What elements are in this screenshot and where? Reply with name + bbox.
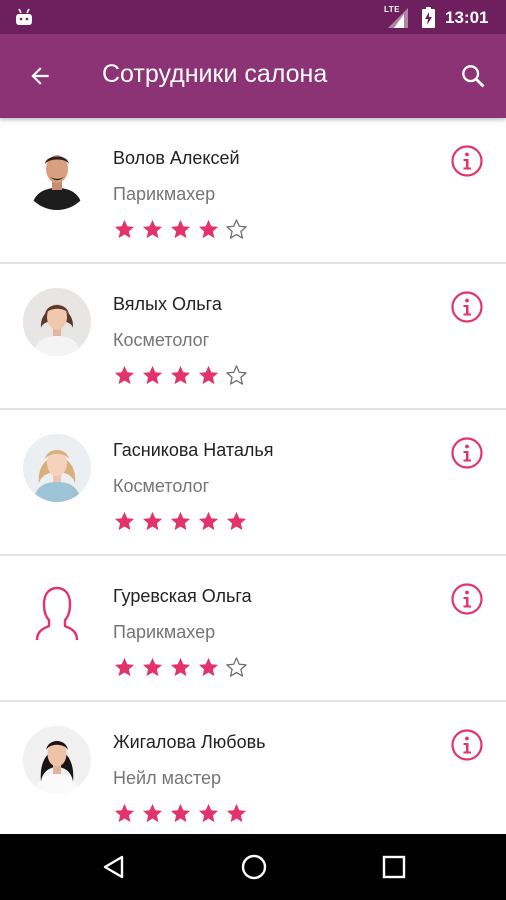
employee-row[interactable]: Вялых Ольга Косметолог — [0, 264, 506, 410]
app-bar: Сотрудники салона — [0, 34, 506, 118]
star-filled-icon — [170, 511, 191, 531]
star-filled-icon — [142, 803, 163, 823]
employee-row[interactable]: Гасникова Наталья Косметолог — [0, 410, 506, 556]
square-recents-icon — [382, 855, 406, 879]
star-filled-icon — [170, 365, 191, 385]
employee-role: Парикмахер — [113, 184, 216, 204]
info-icon[interactable] — [450, 728, 484, 762]
back-button[interactable] — [16, 54, 64, 98]
employee-role: Косметолог — [113, 476, 210, 496]
employee-name: Волов Алексей — [113, 148, 240, 168]
employee-avatar-photo — [23, 142, 91, 210]
employee-avatar-photo — [23, 288, 91, 356]
android-icon — [16, 8, 32, 25]
employee-row[interactable]: Волов Алексей Парикмахер — [0, 118, 506, 264]
employee-row[interactable]: Гуревская Ольга Парикмахер — [0, 556, 506, 702]
nav-back-button[interactable] — [97, 850, 131, 884]
star-outline-icon — [226, 657, 247, 677]
search-button[interactable] — [450, 54, 496, 98]
person-outline-icon — [23, 580, 91, 648]
star-outline-icon — [226, 365, 247, 385]
star-filled-icon — [198, 803, 219, 823]
employee-name: Вялых Ольга — [113, 294, 222, 314]
employee-role: Парикмахер — [113, 622, 216, 642]
status-bar: LTE 13:01 — [0, 0, 506, 34]
star-filled-icon — [142, 511, 163, 531]
rating-stars — [113, 364, 248, 386]
rating-stars — [113, 218, 248, 240]
employee-role: Нейл мастер — [113, 768, 222, 788]
star-filled-icon — [198, 657, 219, 677]
star-filled-icon — [170, 803, 191, 823]
employee-name: Жигалова Любовь — [113, 732, 266, 752]
system-navigation-bar — [0, 834, 506, 900]
nav-home-button[interactable] — [237, 850, 271, 884]
star-filled-icon — [170, 657, 191, 677]
star-filled-icon — [198, 365, 219, 385]
employee-avatar-photo — [23, 726, 91, 794]
rating-stars — [113, 656, 248, 678]
search-icon — [462, 65, 485, 88]
employee-name: Гасникова Наталья — [113, 440, 274, 460]
info-icon[interactable] — [450, 436, 484, 470]
star-filled-icon — [198, 219, 219, 239]
star-filled-icon — [142, 365, 163, 385]
arrow-back-icon — [31, 67, 49, 85]
employee-row[interactable]: Жигалова Любовь Нейл мастер — [0, 702, 506, 834]
star-filled-icon — [226, 511, 247, 531]
star-filled-icon — [142, 657, 163, 677]
star-filled-icon — [114, 365, 135, 385]
rating-stars — [113, 510, 248, 532]
info-icon[interactable] — [450, 290, 484, 324]
battery-icon — [422, 7, 435, 28]
employee-list: Волов Алексей Парикмахер Вялых Ольга Кос… — [0, 118, 506, 834]
star-filled-icon — [142, 219, 163, 239]
star-filled-icon — [114, 657, 135, 677]
star-outline-icon — [226, 219, 247, 239]
signal-icon — [388, 8, 408, 28]
star-filled-icon — [226, 803, 247, 823]
rating-stars — [113, 802, 248, 824]
info-icon[interactable] — [450, 582, 484, 616]
nav-recents-button[interactable] — [377, 850, 411, 884]
star-filled-icon — [114, 219, 135, 239]
star-filled-icon — [114, 803, 135, 823]
employee-name: Гуревская Ольга — [113, 586, 252, 606]
clock: 13:01 — [445, 8, 489, 27]
employee-role: Косметолог — [113, 330, 210, 350]
star-filled-icon — [170, 219, 191, 239]
employee-avatar-photo — [23, 434, 91, 502]
triangle-back-icon — [103, 855, 124, 879]
star-filled-icon — [114, 511, 135, 531]
star-filled-icon — [198, 511, 219, 531]
circle-home-icon — [241, 854, 267, 880]
page-title: Сотрудники салона — [102, 60, 328, 88]
info-icon[interactable] — [450, 144, 484, 178]
